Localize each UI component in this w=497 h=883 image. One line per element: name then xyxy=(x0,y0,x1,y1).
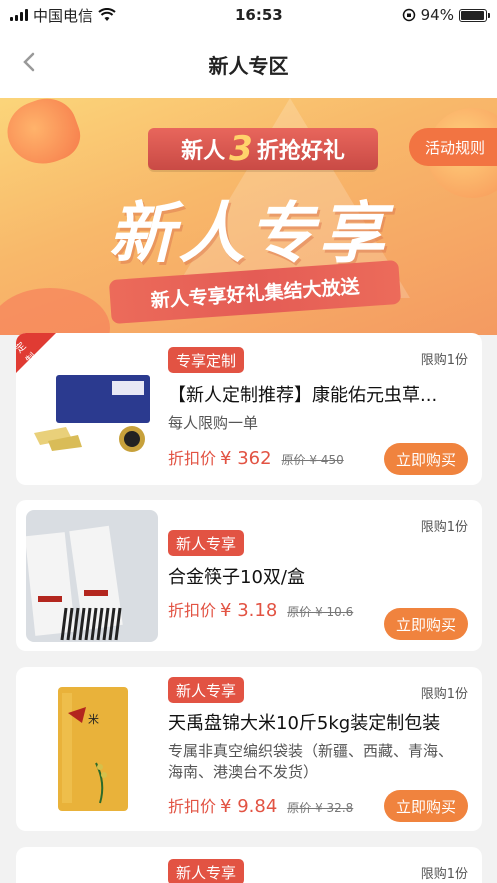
product-name[interactable]: 【新人定制推荐】康能佑元虫草... xyxy=(168,381,466,407)
status-bar: 中国电信 16:53 94% xyxy=(0,0,497,30)
activity-rules-button[interactable]: 活动规则 xyxy=(408,128,497,166)
corner-label: 定制 xyxy=(16,340,40,367)
product-tag: 新人专享 xyxy=(168,677,245,703)
price-row: 折扣价 ¥ 362 原价 ¥ 450 xyxy=(168,445,344,469)
purchase-limit: 限购1份 xyxy=(420,687,468,702)
banner-title: 新人专享 xyxy=(108,195,389,272)
nav-bar: 新人专区 xyxy=(0,30,497,98)
signal-icon xyxy=(10,9,28,21)
discount-price: ¥ 362 xyxy=(220,448,272,469)
price-row: 折扣价 ¥ 9.84 原价 ¥ 32.8 xyxy=(168,793,353,817)
purchase-limit: 限购1份 xyxy=(420,353,468,368)
price-label: 折扣价 xyxy=(168,601,217,620)
wifi-icon xyxy=(98,8,116,21)
product-image[interactable]: 米 xyxy=(26,683,158,815)
price-row: 折扣价 ¥ 3.18 原价 ¥ 10.6 xyxy=(168,597,353,621)
discount-price: ¥ 9.84 xyxy=(220,796,278,817)
custom-corner-badge: 定制 xyxy=(16,333,56,373)
product-name[interactable]: 天禹盘锦大米10斤5kg装定制包装 xyxy=(168,709,466,735)
pill-prefix: 新人 xyxy=(181,139,226,164)
decor-blob xyxy=(0,98,87,175)
original-price: 原价 ¥ 450 xyxy=(281,453,344,467)
product-card[interactable]: 新人专享 限购1份 xyxy=(16,847,482,883)
battery-icon xyxy=(458,8,490,22)
product-desc: 专属非真空编织袋装（新疆、西藏、青海、海南、港澳台不发货） xyxy=(168,742,454,781)
original-price: 原价 ¥ 10.6 xyxy=(287,605,354,619)
product-image[interactable] xyxy=(26,510,158,642)
price-label: 折扣价 xyxy=(168,797,217,816)
buy-now-button[interactable]: 立即购买 xyxy=(384,443,468,475)
buy-now-button[interactable]: 立即购买 xyxy=(384,608,468,640)
purchase-limit: 限购1份 xyxy=(420,867,468,882)
product-card[interactable]: 米 新人专享 限购1份 天禹盘锦大米10斤5kg装定制包装 专属非真空编织袋装（… xyxy=(16,667,482,831)
decor-blob xyxy=(0,288,110,335)
product-card[interactable]: 定制 专享定制 限购1份 【新人定制推荐】康能佑元虫草... 每人限购一单 折扣… xyxy=(16,333,482,485)
pill-suffix: 折抢好礼 xyxy=(256,139,345,164)
promo-banner: 新人 3 折抢好礼 活动规则 新人专享 新人专享好礼集结大放送 xyxy=(0,98,497,335)
carrier-label: 中国电信 xyxy=(33,6,94,25)
back-icon[interactable] xyxy=(18,50,42,74)
product-tag: 新人专享 xyxy=(168,859,245,883)
discount-pill: 新人 3 折抢好礼 xyxy=(148,128,378,170)
price-label: 折扣价 xyxy=(168,449,217,468)
product-tag: 新人专享 xyxy=(168,530,245,556)
product-name[interactable]: 合金筷子10双/盒 xyxy=(168,563,466,589)
svg-text:米: 米 xyxy=(88,713,99,726)
purchase-limit: 限购1份 xyxy=(420,520,468,535)
pill-number: 3 xyxy=(229,129,253,169)
product-tag: 专享定制 xyxy=(168,347,245,373)
product-desc: 每人限购一单 xyxy=(168,414,259,432)
page-title: 新人专区 xyxy=(208,53,289,78)
original-price: 原价 ¥ 32.8 xyxy=(287,801,354,815)
battery-percent: 94% xyxy=(420,6,454,24)
discount-price: ¥ 3.18 xyxy=(220,600,278,621)
product-card[interactable]: 新人专享 限购1份 合金筷子10双/盒 折扣价 ¥ 3.18 原价 ¥ 10.6… xyxy=(16,500,482,651)
clock: 16:53 xyxy=(234,6,283,24)
buy-now-button[interactable]: 立即购买 xyxy=(384,790,468,822)
orientation-lock-icon xyxy=(402,8,415,22)
